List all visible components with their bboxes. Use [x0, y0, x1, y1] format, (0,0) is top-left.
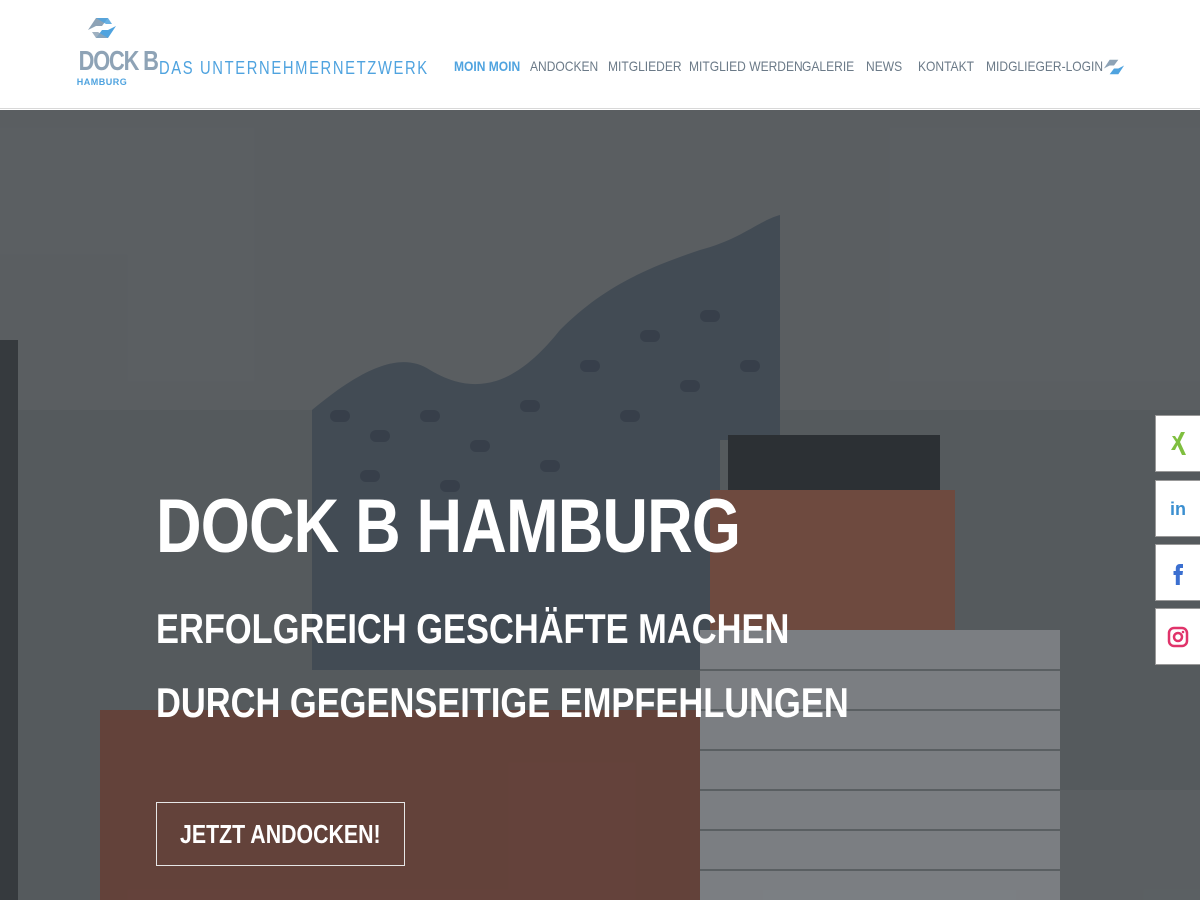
- xing-link[interactable]: [1155, 415, 1200, 472]
- site-logo[interactable]: DOCK B HAMBURG: [72, 12, 159, 98]
- nav-item-andocken[interactable]: ANDOCKEN: [530, 58, 598, 74]
- nav-item-kontakt[interactable]: KONTAKT: [918, 58, 974, 74]
- dock-b-logo-icon[interactable]: [1101, 55, 1127, 79]
- facebook-icon: [1173, 563, 1183, 585]
- facebook-link[interactable]: [1155, 544, 1200, 601]
- linkedin-link[interactable]: in: [1155, 480, 1200, 537]
- instagram-link[interactable]: [1155, 608, 1200, 665]
- hero-subtitle-line-2: DURCH GEGENSEITIGE EMPFEHLUNGEN: [156, 679, 849, 726]
- nav-item-galerie[interactable]: GALERIE: [802, 58, 854, 74]
- nav-item-moin-moin[interactable]: MOIN MOIN: [454, 58, 520, 74]
- xing-icon: [1171, 431, 1186, 455]
- site-header: DOCK B HAMBURG DAS UNTERNEHMERNETZWERK M…: [0, 0, 1200, 109]
- hero-title: DOCK B HAMBURG: [156, 484, 741, 569]
- linkedin-icon: in: [1170, 499, 1186, 519]
- nav-item-login[interactable]: MIDGLIEGER-LOGIN: [986, 58, 1103, 74]
- nav-item-mitglied-werden[interactable]: MITGLIED WERDEN: [689, 58, 803, 74]
- nav-item-mitglieder[interactable]: MITGLIEDER: [608, 58, 682, 74]
- dock-b-logo-icon: [88, 18, 116, 38]
- svg-text:in: in: [1170, 499, 1186, 519]
- instagram-icon: [1167, 626, 1189, 647]
- main-nav: MOIN MOIN ANDOCKEN MITGLIEDER MITGLIED W…: [0, 58, 1200, 80]
- hero-subtitle-line-1: ERFOLGREICH GESCHÄFTE MACHEN: [156, 605, 790, 652]
- nav-item-news[interactable]: NEWS: [866, 58, 902, 74]
- jetzt-andocken-button[interactable]: JETZT ANDOCKEN!: [156, 802, 405, 866]
- hero-section: DOCK B HAMBURG ERFOLGREICH GESCHÄFTE MAC…: [0, 110, 1200, 900]
- cta-label: JETZT ANDOCKEN!: [180, 818, 381, 849]
